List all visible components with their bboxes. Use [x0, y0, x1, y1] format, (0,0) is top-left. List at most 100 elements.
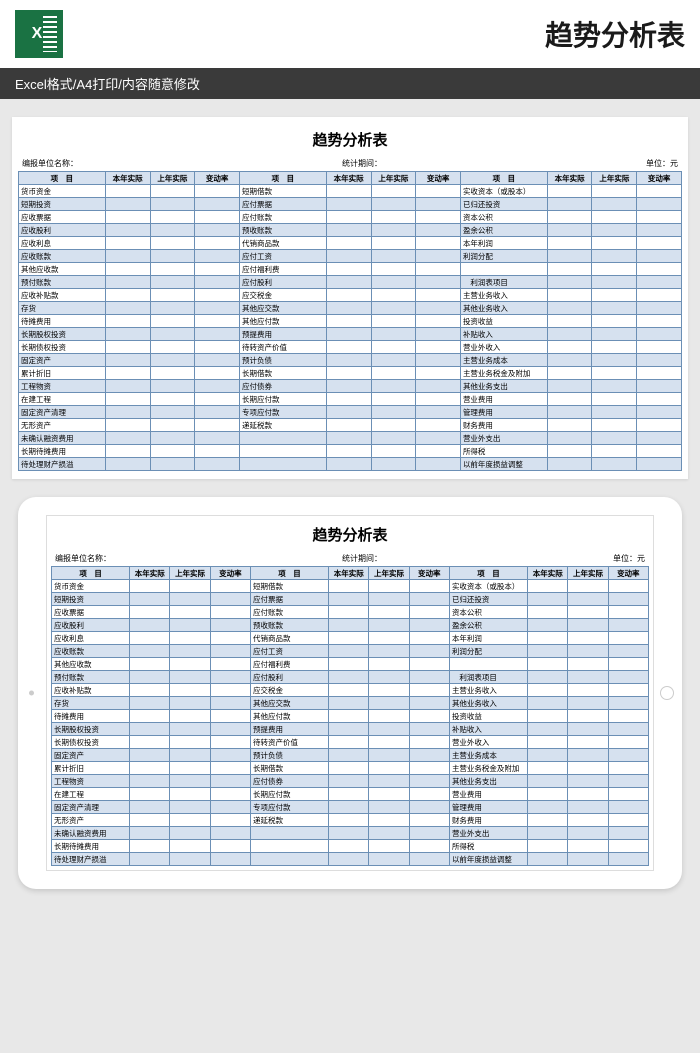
cell: 其他业务支出 [449, 775, 527, 788]
cell [130, 736, 170, 749]
cell [210, 749, 250, 762]
cell [326, 315, 371, 328]
cell [637, 302, 682, 315]
cell [210, 658, 250, 671]
cell [416, 367, 461, 380]
cell [105, 224, 150, 237]
meta-row: 编报单位名称： 统计期间： 单位：元 [18, 156, 682, 171]
cell [150, 237, 195, 250]
cell [371, 341, 416, 354]
cell [326, 406, 371, 419]
cell [409, 671, 449, 684]
banner: X 趋势分析表 [0, 0, 700, 68]
cell [528, 801, 568, 814]
cell: 未确认融资费用 [52, 827, 130, 840]
cell [195, 380, 240, 393]
cell [547, 224, 592, 237]
cell [528, 593, 568, 606]
cell: 预计负债 [250, 749, 328, 762]
cell: 累计折旧 [19, 367, 106, 380]
cell [369, 736, 409, 749]
cell [608, 684, 648, 697]
cell [637, 328, 682, 341]
cell [105, 302, 150, 315]
cell: 长期应付款 [250, 788, 328, 801]
cell [371, 380, 416, 393]
col-header: 项 目 [19, 172, 106, 185]
cell [416, 237, 461, 250]
cell [547, 263, 592, 276]
cell [547, 458, 592, 471]
cell [547, 406, 592, 419]
cell: 财务费用 [460, 419, 547, 432]
cell [568, 723, 608, 736]
cell [371, 328, 416, 341]
cell [568, 827, 608, 840]
cell [371, 354, 416, 367]
cell [105, 432, 150, 445]
cell [528, 853, 568, 866]
cell: 工程物资 [52, 775, 130, 788]
cell: 本年利润 [460, 237, 547, 250]
cell [592, 367, 637, 380]
cell [130, 593, 170, 606]
cell: 应付票据 [239, 198, 326, 211]
cell [326, 302, 371, 315]
table-row: 应收账款应付工资利润分配 [19, 250, 682, 263]
cell [170, 749, 210, 762]
cell [416, 198, 461, 211]
cell [150, 354, 195, 367]
cell [130, 801, 170, 814]
cell [329, 606, 369, 619]
table-row: 固定资产预计负债主营业务成本 [19, 354, 682, 367]
cell [369, 697, 409, 710]
cell [150, 211, 195, 224]
cell [592, 224, 637, 237]
cell: 应付股利 [250, 671, 328, 684]
cell: 应付股利 [239, 276, 326, 289]
cell [170, 801, 210, 814]
cell: 应付债券 [239, 380, 326, 393]
cell [547, 276, 592, 289]
cell [528, 736, 568, 749]
cell [369, 606, 409, 619]
cell [547, 211, 592, 224]
table-row: 货币资金短期借款实收资本（或股本） [52, 580, 649, 593]
cell [608, 827, 648, 840]
cell: 累计折旧 [52, 762, 130, 775]
cell: 待转资产价值 [239, 341, 326, 354]
cell [637, 419, 682, 432]
col-header: 本年实际 [528, 567, 568, 580]
cell [409, 762, 449, 775]
cell [568, 762, 608, 775]
cell: 应收票据 [19, 211, 106, 224]
cell [150, 198, 195, 211]
cell: 应收股利 [19, 224, 106, 237]
cell [210, 619, 250, 632]
cell: 工程物资 [19, 380, 106, 393]
cell [105, 380, 150, 393]
cell [416, 263, 461, 276]
cell [105, 263, 150, 276]
cell [568, 593, 608, 606]
cell [637, 354, 682, 367]
cell [105, 328, 150, 341]
col-header: 本年实际 [326, 172, 371, 185]
cell [568, 684, 608, 697]
table-row: 其他应收款应付福利费 [52, 658, 649, 671]
table-row: 待摊费用其他应付款投资收益 [52, 710, 649, 723]
cell [329, 840, 369, 853]
cell: 专项应付款 [250, 801, 328, 814]
cell [210, 606, 250, 619]
cell: 应收补贴款 [19, 289, 106, 302]
cell: 投资收益 [460, 315, 547, 328]
cell [547, 419, 592, 432]
cell [210, 580, 250, 593]
banner-title: 趋势分析表 [75, 14, 685, 54]
cell [608, 710, 648, 723]
cell [528, 671, 568, 684]
cell [608, 853, 648, 866]
cell [195, 328, 240, 341]
cell [371, 224, 416, 237]
cell: 营业外收入 [449, 736, 527, 749]
